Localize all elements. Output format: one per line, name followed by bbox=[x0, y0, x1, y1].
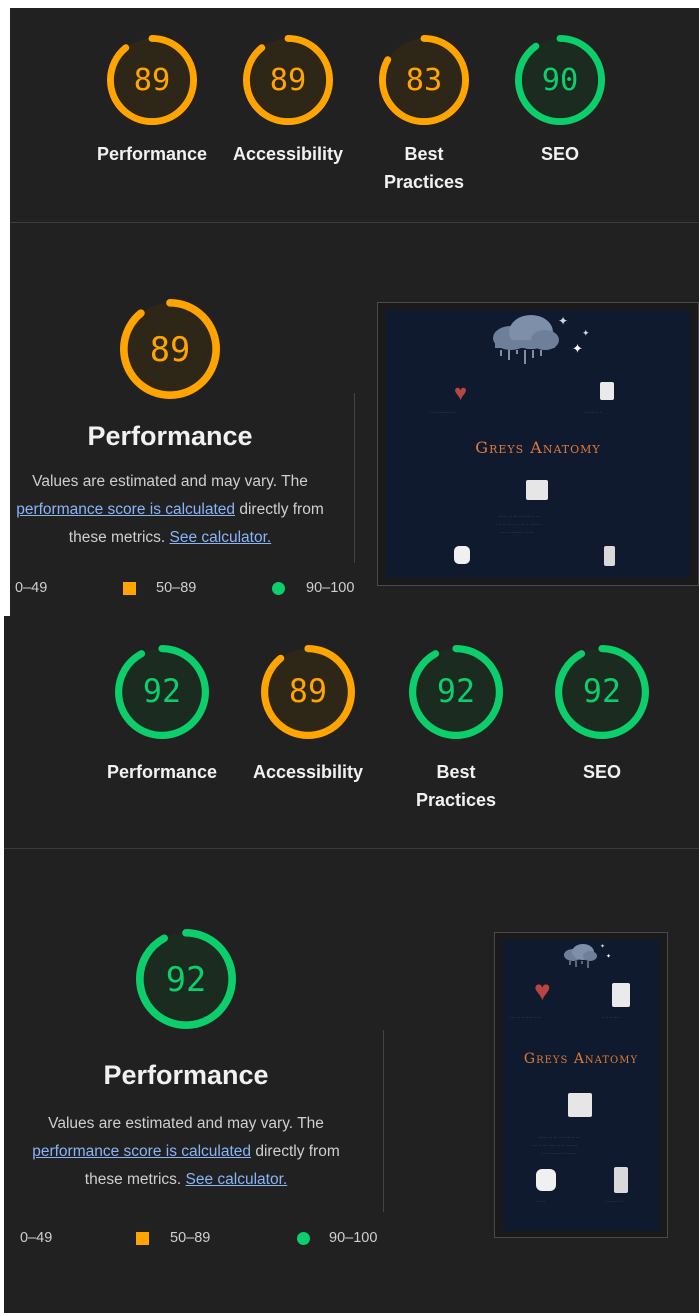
gauge-seo[interactable]: 92 bbox=[554, 644, 650, 740]
gauge-score: 89 bbox=[269, 62, 307, 98]
clipboard-icon bbox=[600, 382, 614, 400]
gauge-best-practices[interactable]: 92 bbox=[408, 644, 504, 740]
desc-line-1: Values are estimated and may vary. The bbox=[48, 1115, 324, 1132]
gauge-performance[interactable]: 92 bbox=[114, 644, 210, 740]
sparkle-icon: ✦ bbox=[582, 328, 590, 338]
report-1: 89 89 83 90 Performance Accessibility Be… bbox=[10, 8, 699, 616]
body-text: ··· ·· ········· ·· ······ bbox=[542, 1151, 576, 1156]
hospital-icon bbox=[526, 480, 548, 500]
performance-description: Values are estimated and may vary. The p… bbox=[4, 1110, 372, 1194]
caption-text: ···· ··· ········ ·· ··· bbox=[510, 1015, 542, 1020]
gauge-score: 89 bbox=[288, 674, 328, 710]
screenshot-page: ✦ ✦ ✦ ♥ ··· ·· ········ ···· ··· ·······… bbox=[386, 310, 690, 578]
legend-pass-icon bbox=[297, 1232, 310, 1245]
gauge-label-accessibility: Accessibility bbox=[232, 144, 344, 164]
score-legend: 0–49 50–89 90–100 bbox=[10, 580, 370, 600]
body-text: ···· ·· ···· ······ ·· ·· ········· bbox=[496, 522, 542, 527]
legend-fail-label: 0–49 bbox=[15, 580, 48, 596]
gauge-seo[interactable]: 90 bbox=[514, 34, 606, 126]
legend-pass-icon bbox=[272, 582, 285, 595]
gauge-performance[interactable]: 89 bbox=[106, 34, 198, 126]
site-title: Greys Anatomy bbox=[475, 438, 601, 457]
hospital-icon bbox=[568, 1093, 592, 1117]
desc-line-2: performance score is calculated directly… bbox=[4, 1138, 372, 1166]
sparkle-icon: ✦ bbox=[600, 944, 606, 950]
body-text: ··· ·· ········· ·· ······ bbox=[500, 530, 534, 535]
caption-text: ······ ·· ··· bbox=[606, 1199, 623, 1204]
gauge-label-best-practices: Best Practices bbox=[415, 762, 497, 810]
desc-line-3: these metrics. See calculator. bbox=[10, 524, 356, 552]
gauge-score: 92 bbox=[436, 674, 476, 710]
gauge-accessibility[interactable]: 89 bbox=[242, 34, 334, 126]
gauge-best-practices[interactable]: 83 bbox=[378, 34, 470, 126]
sparkle-icon: ✦ bbox=[558, 314, 569, 328]
desc-line-1: Values are estimated and may vary. The bbox=[32, 473, 308, 490]
legend-pass-label: 90–100 bbox=[306, 580, 355, 596]
sparkle-icon: ✦ bbox=[572, 341, 583, 356]
gauge-label-seo: SEO bbox=[582, 762, 621, 782]
body-text: ···· ·· ···· ······ ·· ·· ········· bbox=[532, 1143, 578, 1148]
gauge-score: 89 bbox=[133, 62, 171, 98]
divider bbox=[10, 222, 699, 223]
iv-bag-icon bbox=[614, 1167, 628, 1193]
score-legend: 0–49 50–89 90–100 bbox=[4, 1230, 404, 1250]
desc-line-3-text: these metrics. bbox=[68, 529, 170, 546]
marshmallow-icon bbox=[454, 546, 470, 564]
score-calculated-link[interactable]: performance score is calculated bbox=[16, 501, 235, 518]
gauge-label-best-practices: Best Practices bbox=[383, 144, 465, 192]
gauge-score: 90 bbox=[541, 62, 579, 98]
caption-text: ··· ·· ········ ···· bbox=[430, 410, 456, 415]
gauge-score: 89 bbox=[149, 329, 191, 369]
rain-cloud-icon bbox=[564, 944, 597, 968]
clipboard-icon bbox=[612, 983, 630, 1007]
legend-average-label: 50–89 bbox=[170, 1230, 211, 1246]
report-2: 92 89 92 92 Performance Accessibility Be… bbox=[4, 616, 699, 1313]
desc-line-3: these metrics. See calculator. bbox=[4, 1166, 372, 1194]
desc-mid: directly from bbox=[251, 1143, 340, 1160]
body-text: ········ ·· ··· ···· ······· ··· bbox=[538, 1135, 580, 1140]
performance-description: Values are estimated and may vary. The p… bbox=[10, 468, 356, 552]
vertical-divider bbox=[354, 393, 355, 563]
legend-pass-label: 90–100 bbox=[329, 1230, 378, 1246]
page-screenshot[interactable]: ✦ ✦ ✦ ♥ ··· ·· ········ ···· ··· ·······… bbox=[377, 302, 699, 586]
gauge-accessibility[interactable]: 89 bbox=[260, 644, 356, 740]
performance-title: Performance bbox=[103, 1060, 269, 1090]
page-screenshot[interactable]: ✦ ✦ ♥ ···· ··· ········ ·· ··· ·· ·· ···… bbox=[494, 932, 668, 1238]
gauge-score: 92 bbox=[142, 674, 182, 710]
iv-bag-icon bbox=[604, 546, 615, 566]
marshmallow-icon bbox=[536, 1169, 556, 1191]
gauge-label-seo: SEO bbox=[540, 144, 579, 164]
divider bbox=[4, 848, 699, 849]
gauge-score: 92 bbox=[165, 959, 207, 999]
gauge-label-performance: Performance bbox=[106, 762, 218, 782]
caption-text: ·· ·· ········ bbox=[602, 1015, 621, 1020]
vertical-divider bbox=[383, 1030, 384, 1212]
legend-average-label: 50–89 bbox=[156, 580, 197, 596]
see-calculator-link[interactable]: See calculator. bbox=[186, 1171, 288, 1188]
screenshot-page: ✦ ✦ ♥ ···· ··· ········ ·· ··· ·· ·· ···… bbox=[502, 939, 660, 1231]
legend-average-icon bbox=[136, 1232, 149, 1245]
sparkle-icon: ✦ bbox=[606, 954, 612, 960]
gauge-performance-large[interactable]: 89 bbox=[119, 298, 221, 400]
score-calculated-link[interactable]: performance score is calculated bbox=[32, 1143, 251, 1160]
heart-icon: ♥ bbox=[534, 975, 551, 1006]
performance-title: Performance bbox=[87, 421, 253, 451]
site-title: Greys Anatomy bbox=[523, 1051, 639, 1067]
legend-fail-label: 0–49 bbox=[20, 1230, 53, 1246]
gauge-label-performance: Performance bbox=[96, 144, 208, 164]
desc-mid: directly from bbox=[235, 501, 324, 518]
heart-icon: ♥ bbox=[454, 380, 468, 405]
desc-line-3-text: these metrics. bbox=[84, 1171, 186, 1188]
see-calculator-link[interactable]: See calculator. bbox=[170, 529, 272, 546]
gauge-score: 92 bbox=[582, 674, 622, 710]
gauge-score: 83 bbox=[405, 62, 443, 98]
caption-text: ·· ···· bbox=[536, 1199, 546, 1204]
caption-text: ··· ······· ·· bbox=[584, 410, 603, 415]
gauge-label-accessibility: Accessibility bbox=[252, 762, 364, 782]
legend-average-icon bbox=[123, 582, 136, 595]
desc-line-2: performance score is calculated directly… bbox=[10, 496, 356, 524]
gauge-performance-large[interactable]: 92 bbox=[135, 928, 237, 1030]
body-text: ········ ·· ··· ···· ······· ··· bbox=[498, 514, 540, 519]
